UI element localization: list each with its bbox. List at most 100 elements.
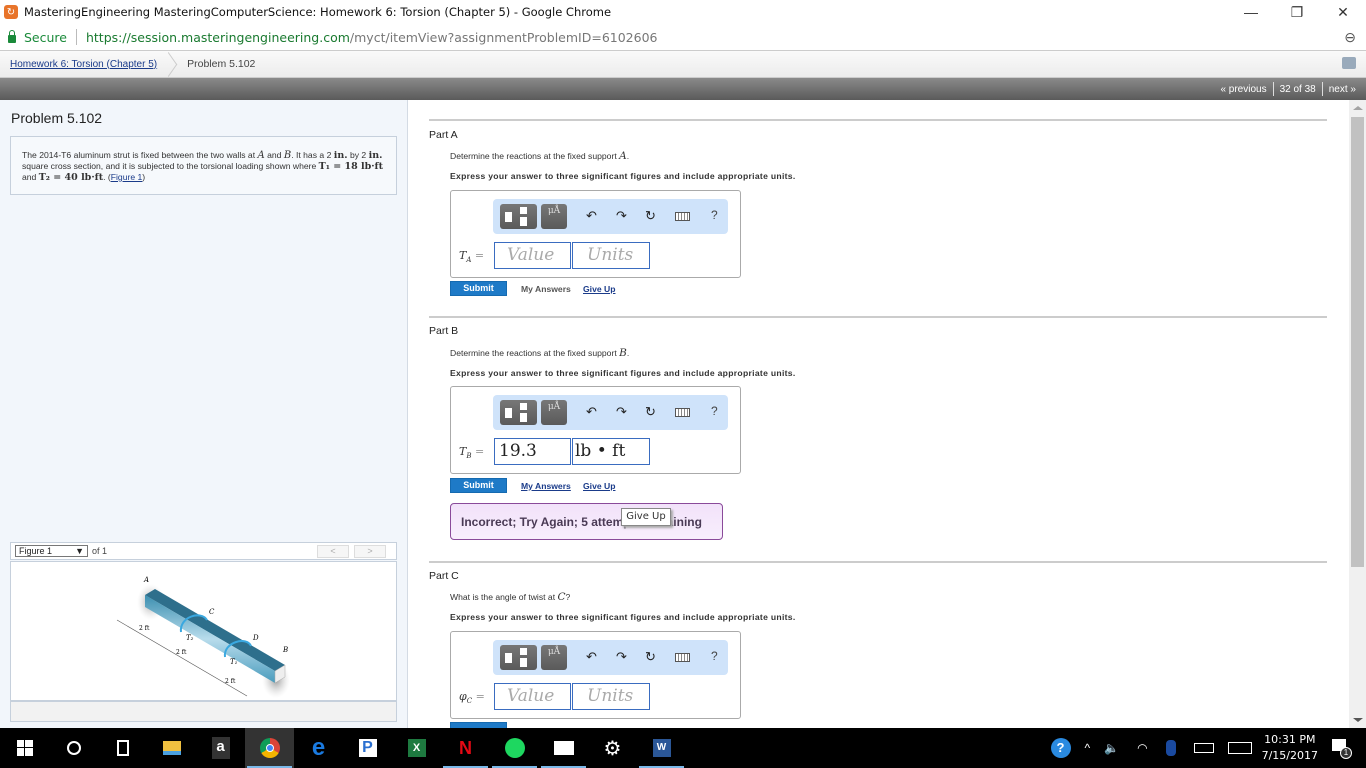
keyboard-icon[interactable] bbox=[675, 653, 690, 662]
part-b-submit-button[interactable]: Submit bbox=[450, 478, 507, 493]
redo-icon[interactable]: ↷ bbox=[616, 404, 627, 420]
value-input[interactable]: 19.3 bbox=[494, 438, 571, 465]
wifi-icon[interactable]: ◠ bbox=[1137, 741, 1147, 755]
figure-toolbar: Figure 1 ▼ of 1 < > bbox=[10, 542, 397, 560]
task-view-button[interactable] bbox=[98, 728, 147, 768]
pandora-icon: P bbox=[358, 739, 377, 757]
notifications-button[interactable]: 1 bbox=[1332, 739, 1352, 759]
math-unit: in. bbox=[368, 150, 383, 161]
text: The 2014-T6 aluminum strut is fixed betw… bbox=[22, 150, 258, 160]
figure-count: of 1 bbox=[92, 546, 108, 556]
cortana-icon bbox=[66, 741, 81, 755]
symbols-button[interactable]: μÅ bbox=[541, 204, 567, 229]
feedback-message: Incorrect; Try Again; 5 attempts remaini… bbox=[450, 503, 723, 540]
help-icon[interactable]: ? bbox=[711, 404, 718, 418]
clock[interactable]: 10:31 PM 7/15/2017 bbox=[1262, 732, 1318, 764]
templates-button[interactable] bbox=[500, 400, 537, 425]
word-button[interactable]: W bbox=[637, 728, 686, 768]
divider bbox=[429, 119, 1327, 121]
symbols-button[interactable]: μÅ bbox=[541, 400, 567, 425]
undo-icon[interactable]: ↶ bbox=[586, 649, 597, 665]
system-tray: ? ^ 🔈 ◠ 10:31 PM 7/15/2017 1 bbox=[1050, 728, 1366, 768]
volume-icon[interactable]: 🔈 bbox=[1104, 741, 1119, 755]
help-tray-icon[interactable]: ? bbox=[1050, 738, 1071, 758]
figure-select[interactable]: Figure 1 ▼ bbox=[15, 545, 88, 557]
amazon-button[interactable]: a bbox=[196, 728, 245, 768]
value-input[interactable]: Value bbox=[494, 242, 571, 269]
reset-icon[interactable]: ↻ bbox=[645, 649, 656, 665]
reset-icon[interactable]: ↻ bbox=[645, 208, 656, 224]
battery-icon[interactable] bbox=[1193, 743, 1214, 753]
redo-icon[interactable]: ↷ bbox=[616, 208, 627, 224]
edge-icon: e bbox=[311, 734, 326, 761]
units-input[interactable]: lb • ft bbox=[572, 438, 650, 465]
value-input[interactable]: Value bbox=[494, 683, 571, 710]
templates-button[interactable] bbox=[500, 204, 537, 229]
breadcrumb-separator bbox=[165, 51, 179, 78]
answer-lhs: TB = bbox=[459, 445, 484, 460]
netflix-button[interactable]: N bbox=[441, 728, 490, 768]
spotify-button[interactable] bbox=[490, 728, 539, 768]
previous-link[interactable]: « previous bbox=[1220, 84, 1266, 95]
scroll-thumb[interactable] bbox=[1351, 117, 1364, 567]
scroll-down-icon[interactable] bbox=[1353, 718, 1363, 722]
figure-next-button[interactable]: > bbox=[354, 545, 386, 558]
units-input[interactable]: Units bbox=[572, 242, 650, 269]
redo-icon[interactable]: ↷ bbox=[616, 649, 627, 665]
math-toolbar: μÅ ↶ ↷ ↻ ? bbox=[493, 395, 728, 430]
zoom-icon[interactable]: ⊖ bbox=[1344, 29, 1356, 46]
settings-button[interactable]: ⚙ bbox=[588, 728, 637, 768]
next-link[interactable]: next » bbox=[1329, 84, 1356, 95]
reset-icon[interactable]: ↻ bbox=[645, 404, 656, 420]
units-input[interactable]: Units bbox=[572, 683, 650, 710]
part-b-give-up-link[interactable]: Give Up bbox=[583, 481, 615, 491]
page-scrollbar[interactable] bbox=[1349, 100, 1366, 728]
url-text[interactable]: https://session.masteringengineering.com… bbox=[86, 30, 658, 45]
part-c-question: What is the angle of twist at C? bbox=[450, 591, 570, 603]
label-A: A bbox=[143, 576, 149, 584]
chevron-up-icon[interactable]: ^ bbox=[1085, 741, 1091, 755]
scroll-up-icon[interactable] bbox=[1353, 106, 1363, 110]
math-toolbar: μÅ ↶ ↷ ↻ ? bbox=[493, 199, 728, 234]
help-icon[interactable]: ? bbox=[711, 649, 718, 663]
part-a-submit-button[interactable]: Submit bbox=[450, 281, 507, 296]
help-icon[interactable]: ? bbox=[711, 208, 718, 222]
edge-button[interactable]: e bbox=[294, 728, 343, 768]
address-bar[interactable]: Secure https://session.masteringengineer… bbox=[0, 24, 1366, 51]
minimize-button[interactable]: — bbox=[1228, 0, 1274, 24]
breadcrumb-assignment-link[interactable]: Homework 6: Torsion (Chapter 5) bbox=[10, 59, 157, 70]
keyboard-icon[interactable] bbox=[675, 408, 690, 417]
figure-link[interactable]: Figure 1 bbox=[111, 172, 143, 182]
pandora-button[interactable]: P bbox=[343, 728, 392, 768]
undo-icon[interactable]: ↶ bbox=[586, 208, 597, 224]
math-A: A bbox=[257, 150, 265, 161]
divider bbox=[429, 316, 1327, 318]
mail-button[interactable] bbox=[539, 728, 588, 768]
symbols-button[interactable]: μÅ bbox=[541, 645, 567, 670]
keyboard-tray-icon[interactable] bbox=[1227, 742, 1252, 754]
file-explorer-button[interactable] bbox=[147, 728, 196, 768]
start-button[interactable] bbox=[0, 728, 49, 768]
keyboard-icon[interactable] bbox=[675, 212, 690, 221]
close-button[interactable]: ✕ bbox=[1320, 0, 1366, 24]
search-button[interactable] bbox=[49, 728, 98, 768]
window-title: MasteringEngineering MasteringComputerSc… bbox=[24, 5, 612, 19]
problem-position: 32 of 38 bbox=[1279, 83, 1316, 95]
print-icon[interactable] bbox=[1342, 57, 1356, 69]
figure-footer bbox=[10, 701, 397, 722]
chrome-button[interactable] bbox=[245, 728, 294, 768]
undo-icon[interactable]: ↶ bbox=[586, 404, 597, 420]
bluetooth-icon[interactable] bbox=[1165, 740, 1176, 756]
text: ) bbox=[142, 172, 146, 182]
math-toolbar: μÅ ↶ ↷ ↻ ? bbox=[493, 640, 728, 675]
figure-prev-button[interactable]: < bbox=[317, 545, 349, 558]
templates-button[interactable] bbox=[500, 645, 537, 670]
excel-button[interactable]: X bbox=[392, 728, 441, 768]
text: Determine the reactions at the fixed sup… bbox=[450, 348, 620, 358]
part-c-instruction: Express your answer to three significant… bbox=[450, 612, 796, 622]
part-a-give-up-link[interactable]: Give Up bbox=[583, 284, 615, 294]
label-dim1: 2 ft bbox=[139, 625, 150, 632]
part-b-my-answers-link[interactable]: My Answers bbox=[521, 481, 571, 491]
problem-nav-bar: « previous 32 of 38 next » bbox=[0, 78, 1366, 100]
restore-button[interactable]: ❐ bbox=[1274, 0, 1320, 24]
